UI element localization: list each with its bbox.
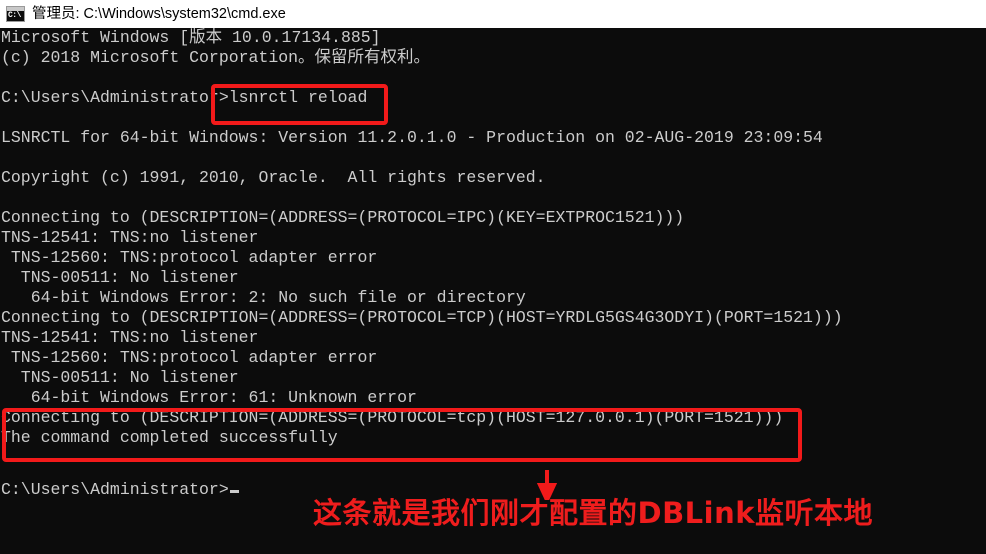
console-line: C:\Users\Administrator>lsnrctl reload bbox=[1, 88, 368, 107]
cmd-icon-prompt-glyph: C:\ bbox=[8, 11, 21, 20]
console-line: Connecting to (DESCRIPTION=(ADDRESS=(PRO… bbox=[1, 408, 784, 427]
console-line: Connecting to (DESCRIPTION=(ADDRESS=(PRO… bbox=[1, 308, 843, 327]
console-line: 64-bit Windows Error: 2: No such file or… bbox=[1, 288, 526, 307]
window-titlebar: C:\ 管理员: C:\Windows\system32\cmd.exe bbox=[0, 0, 986, 28]
console-line: Copyright (c) 1991, 2010, Oracle. All ri… bbox=[1, 168, 546, 187]
console-final-prompt-line: C:\Users\Administrator> bbox=[0, 480, 239, 500]
cmd-window: C:\ 管理员: C:\Windows\system32\cmd.exe Mic… bbox=[0, 0, 986, 554]
console-output-area[interactable]: Microsoft Windows [版本 10.0.17134.885] (c)… bbox=[0, 28, 986, 554]
console-line-list: Microsoft Windows [版本 10.0.17134.885] (c)… bbox=[0, 28, 986, 468]
block-cursor bbox=[229, 490, 239, 493]
console-line: Microsoft Windows [版本 10.0.17134.885] bbox=[1, 28, 381, 47]
final-prompt-text: C:\Users\Administrator> bbox=[1, 480, 229, 499]
console-line: Connecting to (DESCRIPTION=(ADDRESS=(PRO… bbox=[1, 208, 685, 227]
console-line: 64-bit Windows Error: 61: Unknown error bbox=[1, 388, 417, 407]
console-line: TNS-12560: TNS:protocol adapter error bbox=[1, 248, 378, 267]
cmd-console-icon: C:\ bbox=[6, 6, 25, 22]
annotation-caption: 这条就是我们刚才配置的DBLink监听本地 bbox=[313, 496, 874, 530]
console-line: The command completed successfully bbox=[1, 428, 338, 447]
console-line: TNS-00511: No listener bbox=[1, 368, 239, 387]
console-line: (c) 2018 Microsoft Corporation。保留所有权利。 bbox=[1, 48, 431, 67]
console-line: TNS-12560: TNS:protocol adapter error bbox=[1, 348, 378, 367]
console-line: LSNRCTL for 64-bit Windows: Version 11.2… bbox=[1, 128, 823, 147]
console-line: TNS-12541: TNS:no listener bbox=[1, 328, 259, 347]
console-line: TNS-12541: TNS:no listener bbox=[1, 228, 259, 247]
console-line: TNS-00511: No listener bbox=[1, 268, 239, 287]
window-title: 管理员: C:\Windows\system32\cmd.exe bbox=[32, 6, 286, 22]
